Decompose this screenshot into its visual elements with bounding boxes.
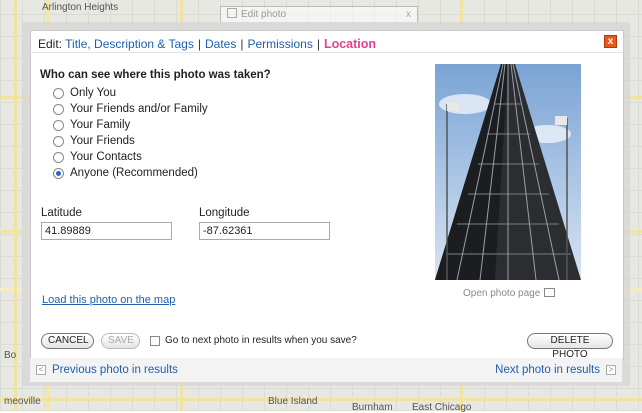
delete-photo-button[interactable]: DELETE PHOTO <box>527 333 613 360</box>
radio-button-selected[interactable] <box>53 167 64 179</box>
latitude-label: Latitude <box>41 207 82 219</box>
option-label: Only You <box>70 87 117 99</box>
map-label: Arlington Heights <box>42 2 119 13</box>
privacy-option-friends-family[interactable]: Your Friends and/or Family <box>53 101 208 117</box>
next-photo-label: Next photo in results <box>495 364 600 376</box>
radio-button[interactable] <box>53 135 64 147</box>
option-label: Anyone (Recommended) <box>70 167 198 179</box>
map-label: Bo <box>4 350 17 361</box>
previous-photo-link[interactable]: < Previous photo in results <box>36 364 178 376</box>
previous-photo-label: Previous photo in results <box>52 364 178 376</box>
chevron-left-icon: < <box>36 365 46 375</box>
map-label: Burnham <box>352 402 393 413</box>
close-button[interactable]: x <box>604 35 617 48</box>
open-photo-page-label: Open photo page <box>463 288 541 299</box>
option-label: Your Friends and/or Family <box>70 103 208 115</box>
map-road <box>0 398 642 401</box>
tab-dates[interactable]: Dates <box>205 37 236 51</box>
tab-location[interactable]: Location <box>324 37 376 51</box>
radio-button[interactable] <box>53 119 64 131</box>
map-label: meoville <box>4 396 41 407</box>
tab-separator: | <box>197 37 201 51</box>
cancel-button[interactable]: CANCEL <box>41 333 94 349</box>
tab-separator: | <box>240 37 244 51</box>
tab-title-description-tags[interactable]: Title, Description & Tags <box>65 37 194 51</box>
option-label: Your Contacts <box>70 151 142 163</box>
edit-photo-dialog: Edit: Title, Description & Tags | Dates | Pe… <box>30 30 624 360</box>
privacy-option-contacts[interactable]: Your Contacts <box>53 149 208 165</box>
next-photo-checkbox-label: Go to next photo in results when you sav… <box>165 335 357 346</box>
option-label: Your Friends <box>70 135 135 147</box>
longitude-label: Longitude <box>199 207 250 219</box>
radio-button[interactable] <box>53 87 64 99</box>
next-photo-link[interactable]: Next photo in results > <box>495 364 616 376</box>
latitude-input[interactable] <box>41 222 172 240</box>
radio-button[interactable] <box>53 103 64 115</box>
external-window-icon <box>544 288 556 297</box>
save-button[interactable]: SAVE <box>101 333 140 349</box>
privacy-option-friends[interactable]: Your Friends <box>53 133 208 149</box>
privacy-option-only-you[interactable]: Only You <box>53 85 208 101</box>
dialog-header: Edit: Title, Description & Tags | Dates | Pe… <box>31 31 623 53</box>
chevron-right-icon: > <box>606 365 616 375</box>
privacy-question: Who can see where this photo was taken? <box>40 69 271 81</box>
privacy-option-anyone[interactable]: Anyone (Recommended) <box>53 165 208 181</box>
open-photo-page-link[interactable]: Open photo page <box>463 288 556 299</box>
privacy-options: Only You Your Friends and/or Family Your… <box>53 85 208 181</box>
tab-separator: | <box>316 37 320 51</box>
option-label: Your Family <box>70 119 131 131</box>
edit-prefix: Edit: <box>38 37 63 51</box>
map-label: East Chicago <box>412 402 472 413</box>
close-icon: x <box>406 9 411 20</box>
next-photo-checkbox[interactable] <box>150 336 160 346</box>
dialog-footer: < Previous photo in results Next photo i… <box>30 358 622 382</box>
radio-button[interactable] <box>53 151 64 163</box>
map-label: Blue Island <box>268 396 318 407</box>
tab-permissions[interactable]: Permissions <box>247 37 312 51</box>
background-edit-tab: Edit photo x <box>220 6 418 22</box>
photo-thumbnail[interactable] <box>435 64 581 280</box>
longitude-input[interactable] <box>199 222 330 240</box>
background-tab-title: Edit photo <box>241 9 287 20</box>
privacy-option-family[interactable]: Your Family <box>53 117 208 133</box>
window-icon <box>227 8 237 18</box>
load-on-map-link[interactable]: Load this photo on the map <box>42 294 175 306</box>
